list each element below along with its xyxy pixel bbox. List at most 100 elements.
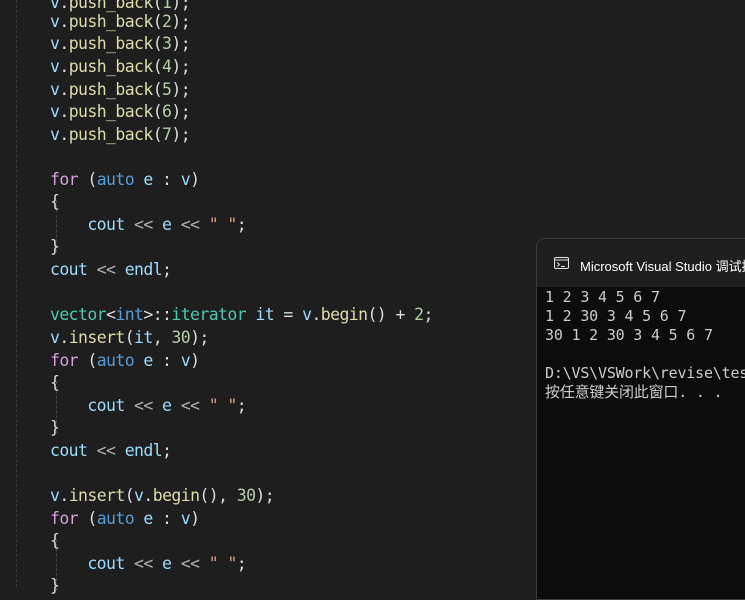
code-token: v: [50, 486, 60, 505]
code-token: v: [50, 12, 60, 31]
code-token: (: [152, 57, 163, 76]
code-token: );: [171, 12, 191, 31]
code-line: }: [50, 417, 60, 439]
code-token: insert: [68, 328, 126, 347]
code-token: ;: [236, 554, 247, 573]
code-token: push_back: [68, 57, 154, 76]
code-line: cout << endl;: [50, 440, 172, 462]
code-token: );: [171, 34, 191, 53]
code-token: for: [50, 170, 79, 189]
console-title: Microsoft Visual Studio 调试控制台: [580, 259, 745, 274]
code-token: cout: [50, 554, 125, 573]
code-token: 2: [162, 12, 172, 31]
code-token: for: [50, 351, 79, 370]
code-token: (: [152, 80, 163, 99]
code-token: ;: [423, 305, 433, 324]
code-token: );: [255, 486, 275, 505]
code-token: :: [152, 170, 181, 189]
code-token: (: [78, 509, 97, 528]
code-token: {: [50, 373, 60, 392]
code-token: e: [162, 396, 172, 415]
code-token: v: [50, 125, 60, 144]
console-output-line: 按任意键关闭此窗口. . .: [545, 383, 723, 401]
code-token: ;: [236, 215, 247, 234]
code-token: auto: [96, 170, 135, 189]
code-line: {: [50, 191, 60, 213]
code-token: ;: [162, 441, 172, 460]
code-token: insert: [68, 486, 126, 505]
code-token: begin: [152, 486, 200, 505]
code-line: v.insert(v.begin(), 30);: [50, 485, 275, 507]
code-token: auto: [96, 351, 135, 370]
code-token: .: [143, 486, 153, 505]
code-token: push_back: [68, 102, 154, 121]
code-line: v.push_back(4);: [50, 56, 191, 78]
code-token: it: [255, 305, 275, 324]
code-line: vector<int>::iterator it = v.begin() + 2…: [50, 304, 433, 326]
code-token: :: [152, 509, 181, 528]
code-token: e: [143, 351, 153, 370]
code-token: }: [50, 418, 60, 437]
code-token: .: [59, 34, 69, 53]
code-token: begin: [320, 305, 368, 324]
code-token: v: [180, 509, 191, 528]
code-token: .: [59, 125, 69, 144]
code-token: () +: [367, 305, 415, 324]
code-token: e: [162, 215, 172, 234]
code-token: v: [50, 80, 60, 99]
code-token: 3: [162, 34, 172, 53]
code-line: {: [50, 530, 60, 552]
code-token: e: [143, 509, 153, 528]
code-token: e: [162, 554, 172, 573]
code-line: }: [50, 236, 60, 258]
code-token: ;: [236, 396, 247, 415]
code-token: );: [171, 80, 191, 99]
code-token: int: [115, 305, 144, 324]
code-token: {: [50, 531, 60, 550]
code-line: {: [50, 372, 60, 394]
code-token: push_back: [68, 80, 154, 99]
code-token: (: [78, 170, 97, 189]
code-token: v: [50, 328, 60, 347]
code-token: v: [50, 102, 60, 121]
code-token: v: [50, 57, 60, 76]
code-token: .: [59, 486, 69, 505]
code-token: for: [50, 509, 79, 528]
code-token: .: [59, 80, 69, 99]
code-token: >::: [143, 305, 172, 324]
code-token: 6: [162, 102, 172, 121]
code-token: v: [180, 351, 191, 370]
code-token: );: [171, 102, 191, 121]
code-token: iterator: [171, 305, 247, 324]
code-token: endl: [124, 441, 163, 460]
code-token: );: [171, 125, 191, 144]
console-titlebar[interactable]: Microsoft Visual Studio 调试控制台: [537, 239, 745, 287]
code-token: v: [134, 486, 144, 505]
console-window-icon: [554, 257, 569, 269]
code-token: ): [190, 351, 200, 370]
debug-console-window[interactable]: Microsoft Visual Studio 调试控制台 1 2 3 4 5 …: [536, 238, 745, 600]
code-token: v: [180, 170, 191, 189]
code-token: .: [59, 102, 69, 121]
code-token: it: [134, 328, 153, 347]
code-token: .: [59, 12, 69, 31]
code-line: v.insert(it, 30);: [50, 327, 209, 349]
code-token: 4: [162, 57, 172, 76]
code-token: }: [50, 576, 60, 595]
code-line: v.push_back(6);: [50, 101, 191, 123]
code-token: (: [124, 328, 135, 347]
code-token: (),: [199, 486, 237, 505]
code-token: vector: [50, 305, 107, 324]
console-output-line: 1 2 3 4 5 6 7: [545, 288, 660, 306]
code-token: " ": [208, 554, 238, 573]
code-line: v.push_back(2);: [50, 11, 191, 33]
code-token: <<: [171, 396, 209, 415]
code-token: .: [311, 305, 321, 324]
code-line: for (auto e : v): [50, 169, 200, 191]
code-token: <<: [171, 554, 209, 573]
code-token: }: [50, 237, 60, 256]
code-token: v: [50, 34, 60, 53]
code-token: cout: [50, 215, 125, 234]
